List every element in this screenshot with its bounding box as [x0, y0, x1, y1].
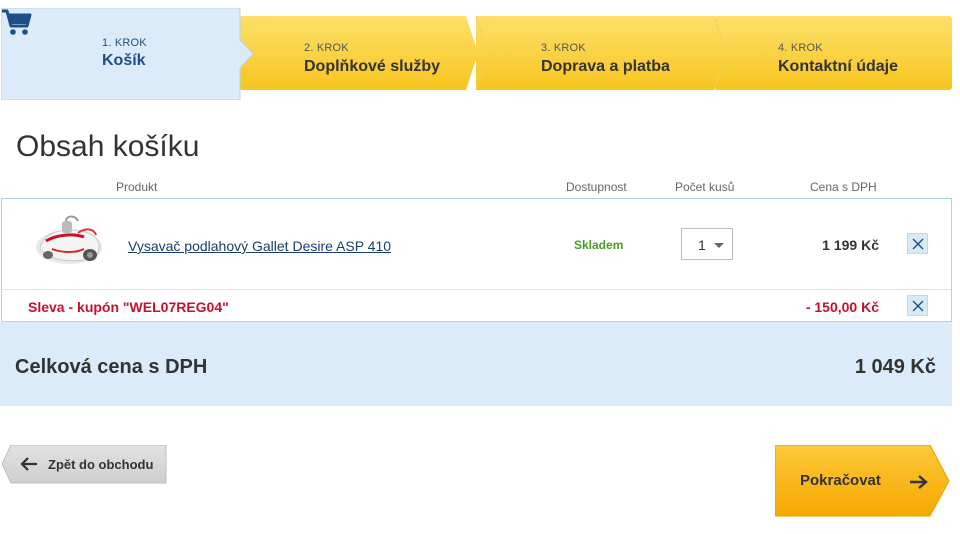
close-icon	[912, 238, 924, 250]
product-image[interactable]	[32, 213, 106, 273]
chevron-down-icon	[714, 243, 724, 248]
availability-status: Skladem	[574, 238, 624, 252]
discount-label: Sleva - kupón "WEL07REG04"	[28, 299, 229, 315]
step-3-number: 3. KROK	[541, 42, 586, 54]
step-3[interactable]: 3. KROK Doprava a platba	[476, 16, 726, 90]
continue-button[interactable]: Pokračovat	[775, 445, 950, 517]
page-title: Obsah košíku	[16, 130, 200, 163]
quantity-select[interactable]: 1	[681, 228, 733, 260]
step-1-label: Košík	[102, 52, 146, 69]
continue-button-label: Pokračovat	[800, 472, 881, 489]
row-divider	[2, 289, 951, 290]
remove-item-button[interactable]	[907, 233, 928, 254]
product-link[interactable]: Vysavač podlahový Gallet Desire ASP 410	[128, 238, 391, 254]
remove-discount-button[interactable]	[907, 295, 928, 316]
quantity-value: 1	[698, 237, 706, 253]
step-3-label: Doprava a platba	[541, 58, 670, 75]
column-header-product: Produkt	[116, 180, 158, 194]
step-4-label: Kontaktní údaje	[778, 58, 899, 75]
total-label: Celková cena s DPH	[15, 356, 208, 378]
back-button-label: Zpět do obchodu	[48, 457, 154, 472]
arrow-right-icon	[910, 475, 928, 489]
step-1[interactable]: 1. KROK Košík	[1, 8, 253, 100]
step-2-number: 2. KROK	[304, 42, 349, 54]
step-2[interactable]: 2. KROK Doplňkové služby	[230, 16, 480, 90]
discount-value: - 150,00 Kč	[805, 299, 879, 315]
step-2-label: Doplňkové služby	[304, 58, 441, 75]
column-header-price: Cena s DPH	[810, 180, 877, 194]
step-1-number: 1. KROK	[102, 37, 147, 49]
arrow-left-icon	[20, 457, 37, 471]
back-to-shop-button[interactable]: Zpět do obchodu	[2, 445, 167, 484]
column-header-quantity: Počet kusů	[675, 180, 735, 194]
total-value: 1 049 Kč	[854, 356, 936, 378]
cart-icon	[2, 9, 32, 35]
cart-table: Vysavač podlahový Gallet Desire ASP 410 …	[1, 198, 952, 322]
checkout-steps: 2. KROK Doplňkové služby 3. KROK Doprava…	[0, 8, 952, 100]
step-4[interactable]: 4. KROK Kontaktní údaje	[714, 16, 952, 90]
total-summary: Celková cena s DPH 1 049 Kč	[0, 322, 952, 406]
close-icon	[912, 300, 924, 312]
item-price: 1 199 Kč	[822, 237, 879, 253]
column-header-availability: Dostupnost	[566, 180, 627, 194]
step-4-number: 4. KROK	[778, 42, 823, 54]
